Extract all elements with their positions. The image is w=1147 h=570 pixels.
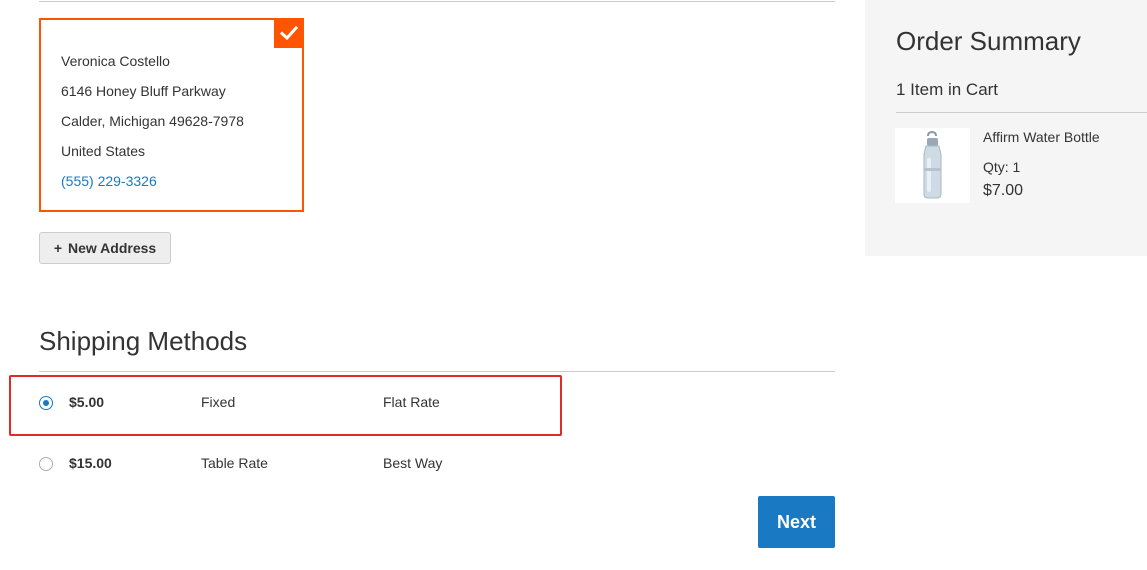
selected-method-highlight: [9, 375, 562, 436]
shipping-radio-table-rate[interactable]: [39, 457, 53, 471]
address-name: Veronica Costello: [61, 53, 170, 69]
water-bottle-icon: [923, 130, 942, 199]
order-summary-panel: Order Summary 1 Item in Cart Affirm Wate…: [865, 0, 1147, 256]
product-name: Affirm Water Bottle: [983, 129, 1100, 145]
product-thumbnail: [895, 128, 970, 203]
product-price: $7.00: [983, 182, 1024, 199]
shipping-price: $15.00: [69, 455, 112, 471]
address-phone-link[interactable]: (555) 229-3326: [61, 173, 157, 189]
shipping-methods-title: Shipping Methods: [39, 326, 248, 356]
order-summary-title: Order Summary: [896, 26, 1081, 56]
product-qty: Qty: 1: [983, 159, 1021, 175]
top-divider: [39, 1, 835, 2]
selected-address-card[interactable]: Veronica Costello 6146 Honey Bluff Parkw…: [39, 18, 304, 212]
shipping-carrier-title: Best Way: [383, 455, 443, 471]
address-street: 6146 Honey Bluff Parkway: [61, 83, 226, 99]
address-country: United States: [61, 143, 146, 159]
new-address-label: New Address: [68, 240, 157, 256]
cart-item-count[interactable]: 1 Item in Cart: [896, 80, 998, 100]
new-address-button[interactable]: + New Address: [39, 232, 171, 264]
next-button[interactable]: Next: [758, 496, 835, 548]
shipping-methods-divider: [39, 371, 835, 372]
summary-divider: [896, 112, 1147, 113]
selected-check-badge: [274, 18, 304, 48]
plus-icon: +: [53, 240, 62, 256]
shipping-method-row-table-rate[interactable]: $15.00 Table Rate Best Way: [39, 444, 559, 484]
address-city: Calder, Michigan 49628-7978: [61, 113, 244, 129]
shipping-method-title: Table Rate: [201, 455, 268, 471]
checkmark-icon: [280, 25, 298, 41]
